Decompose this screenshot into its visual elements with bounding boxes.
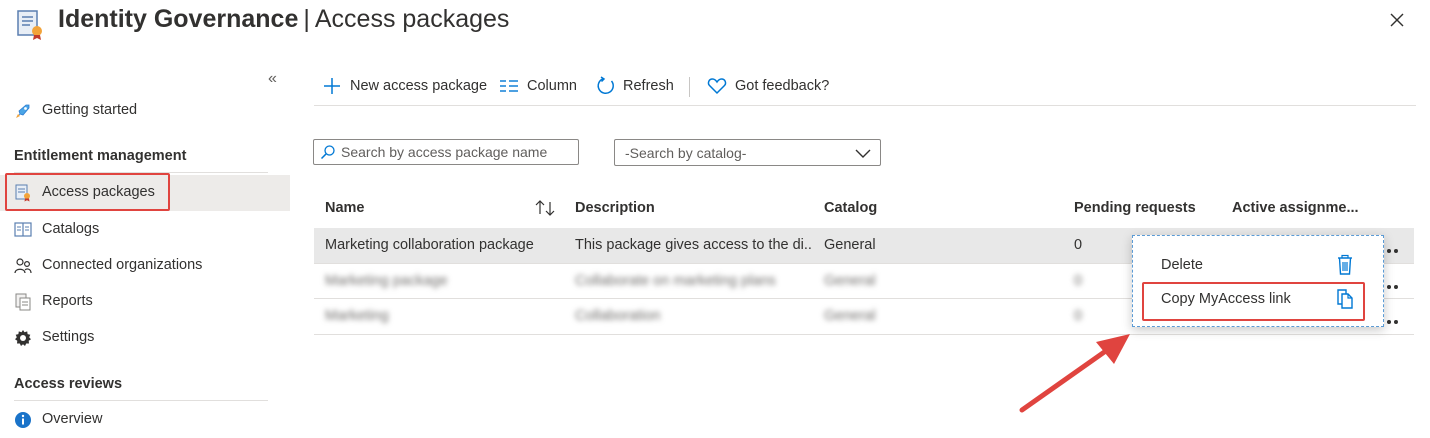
column-label: Column: [527, 78, 577, 94]
annotation-arrow: [1019, 334, 1130, 413]
page-title: Identity Governance | Access packages: [58, 4, 509, 34]
section-divider: [14, 400, 268, 401]
cell-catalog: General: [824, 273, 876, 289]
rocket-icon: [16, 104, 30, 118]
column-header-name[interactable]: Name: [325, 200, 365, 216]
collapse-sidebar-button[interactable]: «: [268, 70, 277, 88]
people-icon: [14, 258, 32, 274]
sidebar-item-label: Catalogs: [42, 221, 100, 237]
section-access-reviews: Access reviews: [14, 376, 123, 392]
section-divider: [14, 172, 268, 173]
column-icon: [500, 80, 518, 92]
refresh-icon: [597, 76, 614, 94]
search-icon: [320, 145, 335, 160]
catalog-icon: [14, 222, 32, 237]
reports-icon: [15, 293, 31, 311]
catalog-filter-dropdown[interactable]: -Search by catalog-: [614, 139, 881, 166]
search-access-package-field[interactable]: [313, 139, 579, 165]
new-access-package-label: New access package: [350, 78, 488, 94]
sidebar-item-label: Overview: [42, 411, 103, 427]
sidebar-item-label: Getting started: [42, 102, 138, 118]
sidebar-item-label: Connected organizations: [42, 257, 203, 273]
sidebar-item-access-packages[interactable]: Access packages: [0, 175, 290, 211]
identity-governance-icon: [17, 10, 42, 40]
title-main: Identity Governance: [58, 5, 299, 33]
copy-icon: [1337, 289, 1353, 309]
plus-icon: [324, 78, 340, 94]
row-divider: [314, 334, 1414, 335]
cell-pending: 0: [1074, 308, 1083, 324]
sort-icon[interactable]: [534, 199, 556, 217]
column-header-description[interactable]: Description: [575, 200, 655, 216]
gear-icon: [15, 330, 31, 346]
title-sub: Access packages: [314, 5, 510, 33]
column-header-active-assignments[interactable]: Active assignme...: [1232, 200, 1359, 216]
delete-menu-item[interactable]: Delete: [1133, 248, 1383, 282]
cell-description: Collaboration: [575, 308, 661, 324]
cell-description: This package gives access to the di...: [575, 237, 813, 253]
row-context-menu: Delete Copy MyAccess link: [1132, 235, 1384, 327]
sidebar-item-connected-organizations[interactable]: Connected organizations: [0, 248, 290, 284]
sidebar-item-overview[interactable]: Overview: [0, 402, 290, 438]
search-input[interactable]: [341, 142, 571, 162]
access-package-icon: [15, 184, 30, 202]
copy-myaccess-link-label: Copy MyAccess link: [1161, 291, 1291, 307]
cell-catalog: General: [824, 237, 876, 253]
section-entitlement-management: Entitlement management: [14, 148, 187, 164]
cell-catalog: General: [824, 308, 876, 324]
column-header-catalog[interactable]: Catalog: [824, 200, 877, 216]
sidebar-item-label: Settings: [42, 329, 95, 345]
refresh-label: Refresh: [623, 78, 674, 94]
trash-icon: [1338, 254, 1352, 275]
command-bar: New access package Column Refresh Got fe…: [314, 70, 1416, 102]
sidebar-item-getting-started[interactable]: Getting started: [0, 93, 290, 129]
page-header: Identity Governance | Access packages: [0, 0, 1430, 44]
sidebar-item-label: Access packages: [42, 184, 155, 200]
catalog-filter-value: -Search by catalog-: [625, 145, 747, 161]
cell-description: Collaborate on marketing plans: [575, 273, 776, 289]
sidebar-item-label: Reports: [42, 293, 93, 309]
feedback-label: Got feedback?: [735, 78, 830, 94]
sidebar-item-settings[interactable]: Settings: [0, 320, 290, 356]
copy-myaccess-link-menu-item[interactable]: Copy MyAccess link: [1133, 282, 1383, 316]
cell-name: Marketing package: [325, 273, 448, 289]
sidebar-item-catalogs[interactable]: Catalogs: [0, 212, 290, 248]
cell-name: Marketing collaboration package: [325, 237, 534, 253]
info-icon: [15, 412, 31, 428]
sidebar-item-reports[interactable]: Reports: [0, 284, 290, 320]
cell-pending: 0: [1074, 273, 1083, 289]
chevron-down-icon: [855, 149, 871, 158]
heart-icon: [707, 78, 727, 95]
close-icon[interactable]: [1386, 9, 1408, 31]
cell-pending: 0: [1074, 237, 1083, 253]
column-header-pending-requests[interactable]: Pending requests: [1074, 200, 1196, 216]
cell-name: Marketing: [325, 308, 389, 324]
delete-label: Delete: [1161, 257, 1203, 273]
toolbar-divider: [314, 105, 1416, 106]
toolbar-separator: [689, 77, 690, 97]
title-separator: |: [303, 5, 310, 33]
